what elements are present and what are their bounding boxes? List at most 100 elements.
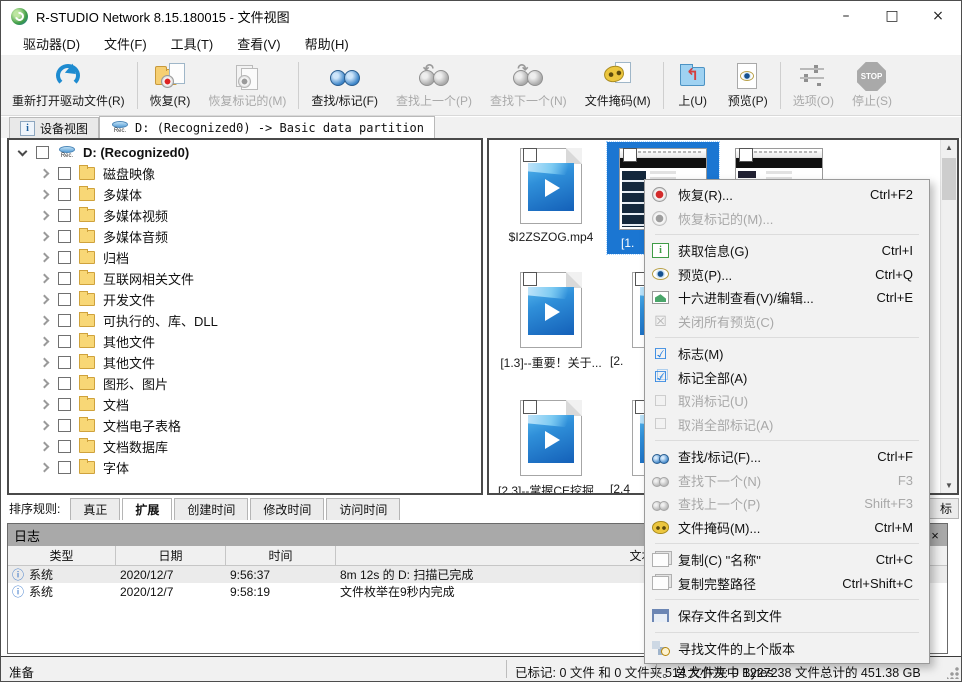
sort-tab-accessed[interactable]: 访问时间	[326, 498, 400, 520]
tree-item-checkbox[interactable]	[58, 167, 71, 180]
tree-item-checkbox[interactable]	[58, 419, 71, 432]
tree-item[interactable]: 多媒体音频	[9, 226, 481, 247]
tree-item[interactable]: 字体	[9, 457, 481, 478]
scroll-down-icon[interactable]: ▼	[941, 481, 957, 490]
chevron-right-icon[interactable]	[40, 421, 50, 431]
file-checkbox[interactable]	[523, 272, 537, 286]
menu-item-preview[interactable]: 预览(P)...Ctrl+Q	[645, 263, 929, 287]
tree-item[interactable]: 多媒体	[9, 184, 481, 205]
tree-item-checkbox[interactable]	[58, 398, 71, 411]
tree-item-checkbox[interactable]	[58, 230, 71, 243]
sort-tab-created[interactable]: 创建时间	[174, 498, 248, 520]
tree-item[interactable]: 图形、图片	[9, 373, 481, 394]
toolbar-up-button[interactable]: ↰ 上(U)	[667, 58, 719, 113]
chevron-right-icon[interactable]	[40, 442, 50, 452]
scrollbar-thumb[interactable]	[942, 158, 956, 200]
tree-item-checkbox[interactable]	[58, 188, 71, 201]
toolbar-find-mark-button[interactable]: 查找/标记(F)	[302, 58, 387, 113]
file-item[interactable]: [1.3]--重要！关于...	[495, 272, 607, 371]
menu-item-mark[interactable]: ☑ 标志(M)	[645, 342, 929, 366]
right-sort-tab-fragment[interactable]: 标	[925, 498, 959, 519]
chevron-right-icon[interactable]	[40, 358, 50, 368]
log-col-type[interactable]: 类型	[8, 546, 116, 565]
menu-help[interactable]: 帮助(H)	[293, 31, 361, 56]
menu-tools[interactable]: 工具(T)	[159, 31, 226, 56]
file-item[interactable]: [2.3]--掌握CE挖掘...	[495, 400, 607, 495]
chevron-right-icon[interactable]	[40, 169, 50, 179]
tree-item[interactable]: 可执行的、库、DLL	[9, 310, 481, 331]
menu-item-copy-name[interactable]: 复制(C) "名称"Ctrl+C	[645, 548, 929, 572]
tree-item[interactable]: 归档	[9, 247, 481, 268]
chevron-right-icon[interactable]	[40, 316, 50, 326]
toolbar-recover-button[interactable]: 恢复(R)	[141, 58, 200, 113]
chevron-right-icon[interactable]	[40, 211, 50, 221]
tree-item-checkbox[interactable]	[58, 209, 71, 222]
tree-item[interactable]: 其他文件	[9, 352, 481, 373]
tree-root-row[interactable]: Rec. D: (Recognized0)	[9, 142, 481, 163]
menu-item-find-previous-versions[interactable]: 寻找文件的上个版本	[645, 637, 929, 661]
minimize-button[interactable]: –	[823, 1, 869, 31]
tree-item-checkbox[interactable]	[58, 314, 71, 327]
menu-item-get-info[interactable]: i 获取信息(G)Ctrl+I	[645, 239, 929, 263]
toolbar-reopen-drives-button[interactable]: 重新打开驱动文件(R)	[3, 58, 134, 113]
file-checkbox[interactable]	[523, 400, 537, 414]
menu-separator	[655, 543, 919, 544]
resize-grip[interactable]	[947, 667, 959, 679]
menu-item-save-filenames[interactable]: 保存文件名到文件	[645, 604, 929, 628]
chevron-right-icon[interactable]	[40, 463, 50, 473]
close-button[interactable]: ×	[915, 1, 961, 31]
chevron-right-icon[interactable]	[40, 337, 50, 347]
file-checkbox[interactable]	[739, 148, 753, 162]
log-col-date[interactable]: 日期	[116, 546, 226, 565]
tree-item-checkbox[interactable]	[58, 377, 71, 390]
sort-tab-real[interactable]: 真正	[70, 498, 120, 520]
chevron-down-icon[interactable]	[18, 146, 28, 156]
tree-item[interactable]: 互联网相关文件	[9, 268, 481, 289]
menu-file[interactable]: 文件(F)	[92, 31, 159, 56]
menu-item-copy-full-path[interactable]: 复制完整路径Ctrl+Shift+C	[645, 572, 929, 596]
tree-item-checkbox[interactable]	[58, 293, 71, 306]
sort-tab-modified[interactable]: 修改时间	[250, 498, 324, 520]
chevron-right-icon[interactable]	[40, 232, 50, 242]
menu-item-hex-view[interactable]: 十六进制查看(V)/编辑...Ctrl+E	[645, 286, 929, 310]
menu-drives[interactable]: 驱动器(D)	[11, 31, 92, 56]
file-item[interactable]: $I2ZSZOG.mp4	[495, 148, 607, 244]
sort-tab-extension[interactable]: 扩展	[122, 498, 172, 520]
chevron-right-icon[interactable]	[40, 379, 50, 389]
tree-item[interactable]: 磁盘映像	[9, 163, 481, 184]
chevron-right-icon[interactable]	[40, 400, 50, 410]
maximize-button[interactable]: □	[869, 1, 915, 31]
tree-item[interactable]: 文档	[9, 394, 481, 415]
tree-item[interactable]: 其他文件	[9, 331, 481, 352]
copy-icon	[652, 576, 669, 590]
toolbar-preview-button[interactable]: 预览(P)	[719, 58, 777, 113]
file-checkbox[interactable]	[523, 148, 537, 162]
tree-item[interactable]: 文档数据库	[9, 436, 481, 457]
tree-item-checkbox[interactable]	[58, 461, 71, 474]
menu-item-find-mark[interactable]: 查找/标记(F)...Ctrl+F	[645, 445, 929, 469]
file-checkbox[interactable]	[623, 148, 637, 162]
tree-root-checkbox[interactable]	[36, 146, 49, 159]
vertical-scrollbar[interactable]: ▲ ▼	[940, 140, 957, 493]
scroll-up-icon[interactable]: ▲	[941, 143, 957, 152]
tab-partition-file-view[interactable]: Rec. D: (Recognized0) -> Basic data part…	[99, 116, 435, 138]
chevron-right-icon[interactable]	[40, 295, 50, 305]
menu-item-mark-all[interactable]: ☑ 标记全部(A)	[645, 366, 929, 390]
tree-item-checkbox[interactable]	[58, 251, 71, 264]
tree-item[interactable]: 文档电子表格	[9, 415, 481, 436]
tree-item-checkbox[interactable]	[58, 272, 71, 285]
log-col-time[interactable]: 时间	[226, 546, 336, 565]
tree-item[interactable]: 开发文件	[9, 289, 481, 310]
tree-item-checkbox[interactable]	[58, 356, 71, 369]
menu-view[interactable]: 查看(V)	[225, 31, 292, 56]
tree-item[interactable]: 多媒体视频	[9, 205, 481, 226]
tree-item-checkbox[interactable]	[58, 440, 71, 453]
tab-device-view[interactable]: i 设备视图	[9, 117, 99, 138]
menu-item-recover[interactable]: 恢复(R)...Ctrl+F2	[645, 183, 929, 207]
chevron-right-icon[interactable]	[40, 274, 50, 284]
chevron-right-icon[interactable]	[40, 190, 50, 200]
chevron-right-icon[interactable]	[40, 253, 50, 263]
menu-item-file-mask[interactable]: 文件掩码(M)...Ctrl+M	[645, 516, 929, 540]
tree-item-checkbox[interactable]	[58, 335, 71, 348]
toolbar-file-mask-button[interactable]: 文件掩码(M)	[576, 58, 660, 113]
